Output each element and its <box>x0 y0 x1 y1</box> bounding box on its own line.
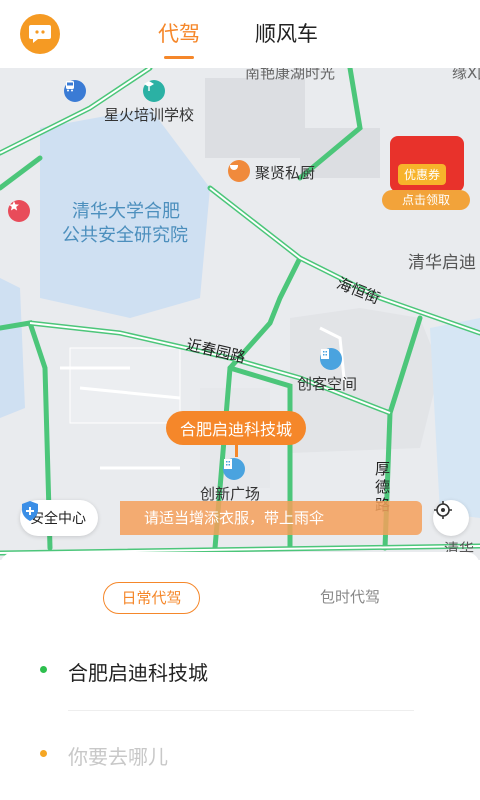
origin-text: 合肥启迪科技城 <box>68 661 208 685</box>
map-label-top-right: 缘X国际 <box>452 68 480 82</box>
plaza-poi-icon[interactable] <box>223 458 245 480</box>
poi-label-restaurant[interactable]: 聚贤私厨 <box>255 162 315 183</box>
poi-label-school[interactable]: 星火培训学校 <box>104 104 194 125</box>
locate-me-button[interactable] <box>433 500 469 536</box>
area-label-tsinghua: 清华启迪 <box>408 253 476 273</box>
destination-input[interactable]: 你要去哪儿 <box>68 741 168 770</box>
active-tab-indicator <box>164 56 194 59</box>
booking-panel: 日常代驾 包时代驾 合肥启迪科技城 你要去哪儿 <box>0 552 480 800</box>
tab-hourly-driving[interactable]: 包时代驾 <box>320 582 380 614</box>
institute-line-2: 公共安全研究院 <box>62 225 188 246</box>
poi-label-cowork[interactable]: 创客空间 <box>297 373 357 394</box>
building-poi-icon[interactable] <box>320 348 342 370</box>
destination-row[interactable]: 你要去哪儿 <box>0 732 480 776</box>
tab-designated-driving[interactable]: 代驾 <box>158 18 200 59</box>
map-label-top: 南艳康湖时光 <box>245 68 336 82</box>
map-view[interactable]: 南艳康湖时光 缘X国际 星火培训学校 聚贤私厨 清华大学合肥 公共安全研究院 清… <box>0 68 480 560</box>
tab-label: 顺风车 <box>255 22 318 46</box>
weather-notice-banner[interactable]: 请适当增添衣服，带上雨伞 <box>120 501 422 535</box>
school-poi-icon[interactable] <box>143 80 165 102</box>
coupon-widget[interactable]: 优惠券 点击领取 <box>380 134 472 212</box>
destination-dot-icon <box>40 750 47 757</box>
shield-icon <box>22 501 38 521</box>
driving-mode-tabs: 日常代驾 包时代驾 <box>0 582 480 614</box>
landmark-star-icon[interactable] <box>8 200 30 222</box>
restaurant-poi-icon[interactable] <box>228 160 250 182</box>
tab-carpool[interactable]: 顺风车 <box>255 18 318 48</box>
tab-daily-driving[interactable]: 日常代驾 <box>103 582 200 614</box>
institute-line-1: 清华大学合肥 <box>72 201 180 222</box>
pin-stick <box>235 445 238 457</box>
area-label-institute: 清华大学合肥 公共安全研究院 <box>62 200 188 248</box>
tab-label: 代驾 <box>158 22 200 46</box>
coupon-tag: 优惠券 <box>398 164 447 185</box>
safety-center-button[interactable]: 安全中心 <box>20 500 98 536</box>
user-avatar-button[interactable] <box>20 14 60 54</box>
crosshair-icon <box>434 501 452 519</box>
origin-dot-icon <box>40 666 47 673</box>
chat-bubble-icon <box>29 25 51 43</box>
top-header: 代驾 顺风车 <box>0 0 480 68</box>
bus-stop-icon[interactable] <box>64 80 86 102</box>
row-divider <box>68 710 414 711</box>
origin-row[interactable]: 合肥启迪科技城 <box>0 648 480 692</box>
pickup-location-pin[interactable]: 合肥启迪科技城 <box>166 411 307 445</box>
coupon-claim-button[interactable]: 点击领取 <box>382 190 470 210</box>
